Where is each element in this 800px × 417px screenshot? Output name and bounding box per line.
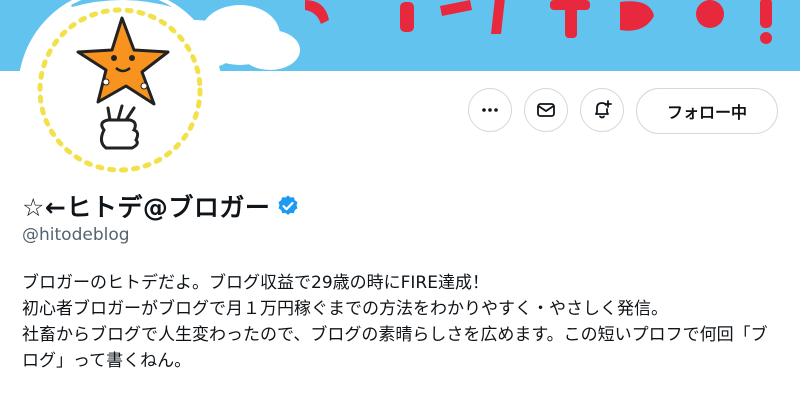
- profile-avatar[interactable]: [18, 0, 222, 192]
- more-horizontal-icon: [482, 108, 498, 112]
- display-name: ☆←ヒトデ@ブロガー: [22, 193, 271, 222]
- banner-lettering-art: [305, 0, 772, 44]
- profile-handle: @hitodeblog: [22, 225, 130, 245]
- profile-bio: ブロガーのヒトデだよ。ブログ収益で29歳の時にFIRE達成！ 初心者ブロガーがブ…: [22, 270, 782, 374]
- bio-line: 初心者ブロガーがブログで月１万円稼ぐまでの方法をわかりやすく・やさしく発信。: [22, 299, 668, 319]
- message-button[interactable]: [523, 88, 568, 132]
- starfish-mascot-image: [37, 0, 203, 173]
- verified-badge-icon[interactable]: [276, 194, 300, 218]
- more-button[interactable]: [467, 88, 512, 132]
- envelope-icon: [537, 103, 555, 117]
- profile-actions: フォロー中: [467, 88, 778, 134]
- following-button[interactable]: フォロー中: [635, 88, 778, 134]
- notify-button[interactable]: [579, 88, 624, 132]
- bio-line: ブロガーのヒトデだよ。ブログ収益で29歳の時にFIRE達成！: [22, 273, 489, 293]
- bio-line: 社畜からブログで人生変わったので、ブログの素晴らしさを広めます。この短いプロフで…: [22, 325, 768, 371]
- bell-plus-icon: [595, 100, 612, 119]
- profile-name-row: ☆←ヒトデ@ブロガー: [22, 188, 300, 224]
